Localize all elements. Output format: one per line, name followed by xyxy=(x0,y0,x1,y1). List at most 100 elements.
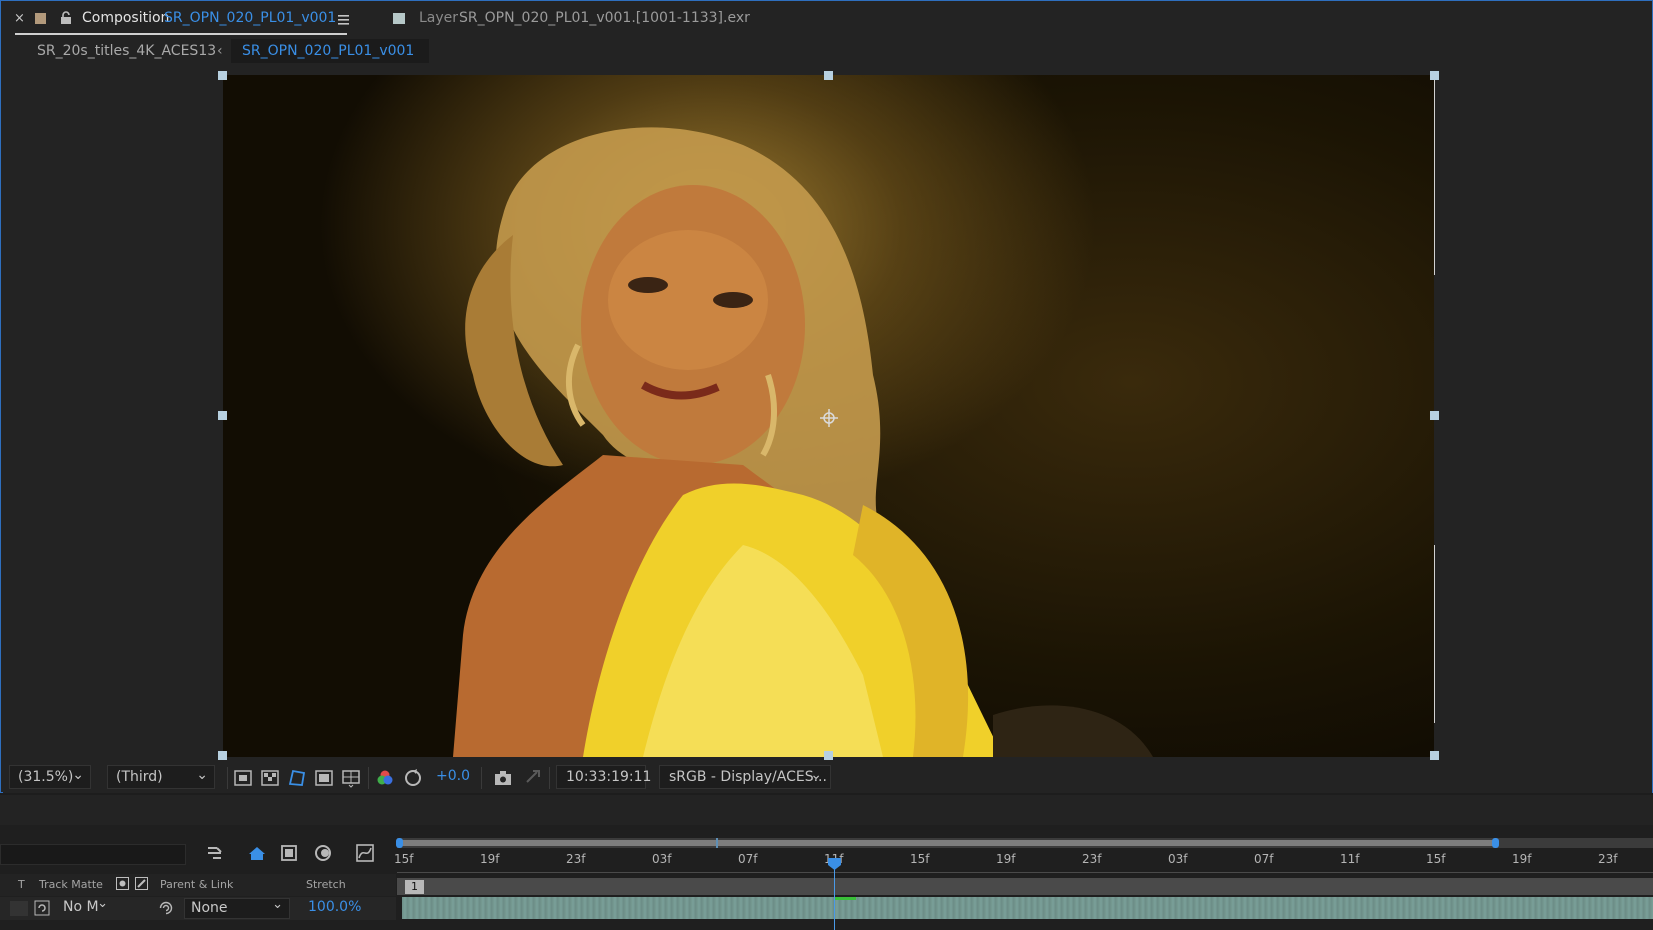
layer-track-area[interactable]: 1 xyxy=(397,874,1653,930)
comp-marker-track[interactable]: 1 xyxy=(397,878,1653,895)
transparency-grid-icon[interactable] xyxy=(260,768,280,788)
work-area-bar[interactable] xyxy=(398,840,1496,846)
current-time-display[interactable]: 10:33:19:11 xyxy=(556,765,651,789)
composition-breadcrumb: SR_20s_titles_4K_ACES13 ‹ SR_OPN_020_PL0… xyxy=(1,37,1652,67)
work-area-start-handle[interactable] xyxy=(396,838,403,848)
ruler-label: 15f xyxy=(910,852,930,866)
ruler-label: 19f xyxy=(480,852,500,866)
transform-handle-middle-left[interactable] xyxy=(218,411,227,420)
chevron-down-icon: ⌄ xyxy=(810,767,822,783)
region-of-interest-icon[interactable] xyxy=(233,768,253,788)
viewer-edge-line xyxy=(1434,77,1435,275)
render-cache-indicator xyxy=(835,897,856,900)
column-stretch[interactable]: Stretch xyxy=(306,878,346,891)
active-tab-underline xyxy=(15,33,347,35)
toolbar-divider xyxy=(549,767,550,789)
mask-path-visibility-icon[interactable] xyxy=(287,768,307,788)
layer-color-label[interactable] xyxy=(10,901,28,916)
viewer-edge-line xyxy=(1434,545,1435,723)
playhead-line[interactable] xyxy=(834,861,835,930)
layer-tab-label[interactable]: Layer xyxy=(419,10,458,26)
layer-column-header: T Track Matte Parent & Link Stretch xyxy=(0,874,396,896)
stretch-value[interactable]: 100.0% xyxy=(308,899,361,915)
chevron-down-icon: ⌄ xyxy=(272,897,283,912)
toolbar-divider xyxy=(481,767,482,789)
exposure-value[interactable]: +0.0 xyxy=(436,768,470,784)
hamburger-menu-icon[interactable] xyxy=(338,13,349,25)
resolution-select[interactable]: (Third) ⌄ xyxy=(107,765,215,789)
parent-pickwhip-icon[interactable] xyxy=(158,900,174,920)
transform-handle-top-right[interactable] xyxy=(1430,71,1439,80)
snapshot-camera-icon[interactable] xyxy=(493,768,513,788)
ruler-label: 23f xyxy=(1598,852,1618,866)
transform-handle-middle-right[interactable] xyxy=(1430,411,1439,420)
resolution-value: (Third) xyxy=(116,769,163,785)
ruler-label: 15f xyxy=(394,852,414,866)
transform-handle-top-center[interactable] xyxy=(824,71,833,80)
color-management-value: sRGB - Display/ACES... xyxy=(669,769,827,785)
track-matte-select[interactable]: No M ⌄ xyxy=(60,896,108,919)
work-area-end-handle[interactable] xyxy=(1492,838,1499,848)
playhead-handle-icon[interactable] xyxy=(827,857,842,871)
layer-tab-name[interactable]: SR_OPN_020_PL01_v001.[1001-1133].exr xyxy=(459,10,750,26)
zoom-select[interactable]: (31.5%) ⌄ xyxy=(9,765,91,789)
composition-tab-label[interactable]: Composition xyxy=(82,10,169,26)
lock-icon[interactable] xyxy=(59,11,73,25)
timeline-search-input[interactable] xyxy=(0,844,186,865)
graph-editor-icon[interactable] xyxy=(354,842,376,864)
chevron-left-icon[interactable]: ‹ xyxy=(217,43,223,59)
shy-layers-icon[interactable] xyxy=(246,842,268,864)
motion-blur-icon[interactable] xyxy=(312,842,334,864)
anchor-point-icon[interactable] xyxy=(820,409,838,427)
ruler-label: 23f xyxy=(1082,852,1102,866)
transform-handle-top-left[interactable] xyxy=(218,71,227,80)
matte-alpha-icon[interactable] xyxy=(116,877,129,890)
column-track-matte[interactable]: Track Matte xyxy=(39,878,103,891)
comp-color-swatch xyxy=(35,13,46,24)
chevron-down-icon: ⌄ xyxy=(97,896,108,911)
ruler-label: 07f xyxy=(738,852,758,866)
composition-viewer[interactable] xyxy=(3,69,1652,760)
ruler-label: 03f xyxy=(1168,852,1188,866)
matte-luma-icon[interactable] xyxy=(135,877,148,890)
composition-panel: × Composition SR_OPN_020_PL01_v001 Layer… xyxy=(0,0,1653,793)
timeline-header xyxy=(0,795,1653,825)
layer-duration-bar[interactable] xyxy=(402,897,1653,919)
grid-overlay-icon[interactable] xyxy=(341,768,361,788)
toggle-guides-icon[interactable] xyxy=(314,768,334,788)
track-matte-value: No M xyxy=(63,899,99,915)
layer-row[interactable]: No M ⌄ None ⌄ 100.0% xyxy=(0,896,396,920)
transform-handle-bottom-right[interactable] xyxy=(1430,751,1439,760)
transform-handle-bottom-center[interactable] xyxy=(824,751,833,760)
composition-tab-name[interactable]: SR_OPN_020_PL01_v001 xyxy=(164,10,336,26)
ruler-label: 19f xyxy=(1512,852,1532,866)
timeline-panel: 15f 19f 23f 03f 07f 11f 15f 19f 23f 03f … xyxy=(0,795,1653,930)
ruler-baseline xyxy=(397,872,1653,873)
transform-handle-bottom-left[interactable] xyxy=(218,751,227,760)
column-parent-link[interactable]: Parent & Link xyxy=(160,878,233,891)
track-matte-spiral-icon[interactable] xyxy=(34,900,50,920)
color-management-select[interactable]: sRGB - Display/ACES... ⌄ xyxy=(659,765,831,789)
comp-flowchart-icon[interactable] xyxy=(205,842,227,864)
show-channel-icon[interactable] xyxy=(375,768,395,788)
parent-select[interactable]: None ⌄ xyxy=(184,897,290,919)
layer-number-badge: 1 xyxy=(405,880,424,894)
show-snapshot-icon[interactable] xyxy=(523,768,543,788)
ruler-label: 19f xyxy=(996,852,1016,866)
ruler-label: 07f xyxy=(1254,852,1274,866)
close-panel-icon[interactable]: × xyxy=(14,11,25,26)
ruler-label: 11f xyxy=(1340,852,1360,866)
toolbar-divider xyxy=(368,767,369,789)
breadcrumb-parent-comp[interactable]: SR_20s_titles_4K_ACES13 xyxy=(37,43,216,59)
frame-blending-icon[interactable] xyxy=(279,842,301,864)
toolbar-divider xyxy=(227,767,228,789)
column-t[interactable]: T xyxy=(18,878,25,891)
breadcrumb-current-comp[interactable]: SR_OPN_020_PL01_v001 xyxy=(231,39,429,63)
ruler-label: 03f xyxy=(652,852,672,866)
work-area-marker xyxy=(716,838,718,848)
chevron-down-icon: ⌄ xyxy=(72,767,84,783)
reset-exposure-icon[interactable] xyxy=(403,768,423,788)
panel-header: × Composition SR_OPN_020_PL01_v001 Layer… xyxy=(1,1,1652,37)
layer-color-swatch xyxy=(393,13,405,24)
viewer-toolbar: (31.5%) ⌄ (Third) ⌄ +0.0 10:33:19:11 sRG… xyxy=(3,763,1652,793)
